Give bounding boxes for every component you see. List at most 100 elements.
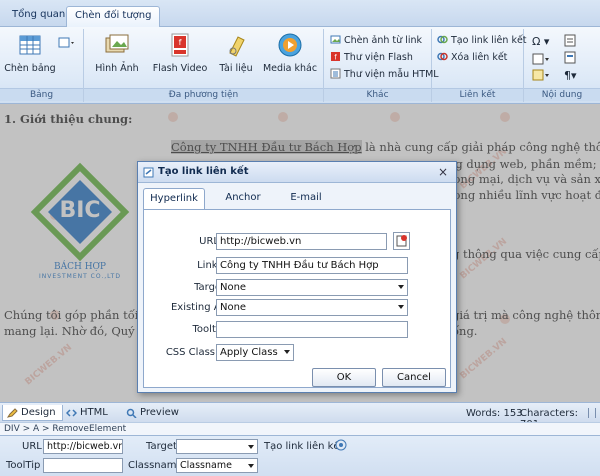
group-khac: Chèn ảnh từ link f Thư viện Flash Thư việ… [324, 29, 439, 102]
mode-design[interactable]: Design [2, 405, 63, 421]
group-bang: Chèn bảng Bảng [0, 29, 84, 102]
ok-button[interactable]: OK [312, 368, 376, 387]
dialog-titlebar[interactable]: Tạo link liên kết × [138, 162, 456, 183]
insert-media-label: Media khác [262, 63, 318, 74]
template-dropdown[interactable] [532, 69, 552, 81]
group-multimedia: Hình Ảnh f Flash Video Tài liệu Media kh… [84, 29, 324, 102]
insert-flash-label: Flash Video [152, 63, 208, 74]
group-label-bang: Bảng [0, 88, 83, 101]
flash-library-button[interactable]: f Thư viện Flash [330, 51, 413, 66]
link-settings-icon [335, 439, 347, 451]
tab-tong-quan[interactable]: Tổng quan [4, 6, 73, 27]
editor-mode-bar: Design HTML Preview Words: 153 Character… [0, 402, 600, 430]
insert-image-button[interactable]: Hình Ảnh [92, 31, 142, 74]
tab-email[interactable]: E-mail [278, 188, 334, 209]
close-icon: × [437, 165, 449, 179]
link-properties-button[interactable] [334, 438, 349, 453]
paragraph-icon: ¶▾ [564, 69, 577, 82]
close-button[interactable]: × [436, 165, 450, 179]
resize-handle[interactable] [588, 408, 596, 418]
mode-design-label: Design [21, 407, 56, 418]
box-dropdown-icon [532, 53, 549, 65]
existing-anchor-value: None [220, 302, 247, 313]
html-template-icon [330, 68, 341, 79]
prop-link-label: Tạo link liên kết [264, 441, 344, 452]
prop-classname-select[interactable]: Classname [176, 458, 258, 473]
prop-tooltip-label: ToolTip [6, 460, 41, 471]
chevron-down-icon [284, 350, 290, 354]
insert-box-dropdown[interactable] [532, 53, 552, 65]
css-class-select[interactable]: Apply Class [216, 344, 294, 361]
table-options-dropdown[interactable] [58, 37, 76, 49]
remove-link-label: Xóa liên kết [451, 52, 508, 63]
insert-table-label: Chèn bảng [4, 63, 56, 74]
group-label-khac: Khác [324, 88, 431, 101]
svg-text:f: f [179, 38, 182, 47]
html-template-label: Thư viện mẫu HTML [344, 69, 439, 80]
cancel-button[interactable]: Cancel [382, 368, 446, 387]
table-icon [19, 35, 41, 55]
dialog-tabs: Hyperlink Anchor E-mail [138, 184, 456, 209]
flash-library-label: Thư viện Flash [344, 52, 413, 63]
tab-hyperlink[interactable]: Hyperlink [143, 188, 205, 209]
url-label: URL [199, 236, 219, 247]
insert-media-button[interactable]: Media khác [262, 31, 318, 74]
prop-tooltip-input[interactable] [43, 458, 123, 473]
insert-image-link-button[interactable]: Chèn ảnh từ link [330, 34, 422, 49]
insert-flash-button[interactable]: f Flash Video [150, 31, 210, 74]
css-class-label: CSS Class [165, 347, 215, 358]
group-label-multimedia: Đa phương tiện [84, 88, 323, 101]
template-dropdown-icon [532, 69, 549, 81]
group-label-noi-dung: Nội dung [524, 88, 600, 101]
group-noi-dung: Ω ▾ ¶▾ Nội dung [524, 29, 600, 102]
dialog-title: Tạo link liên kết [158, 166, 249, 177]
existing-anchor-select[interactable]: None [216, 299, 408, 316]
target-select[interactable]: None [216, 279, 408, 296]
tooltip-input[interactable] [216, 321, 408, 338]
prop-classname-label: Classname [128, 460, 183, 471]
tab-chen-doi-tuong[interactable]: Chèn đối tượng [66, 6, 161, 27]
insert-table-button[interactable]: Chèn bảng [4, 31, 56, 74]
group-lien-ket: Tạo link liên kết Xóa liên kết Liên kết [432, 29, 527, 102]
media-player-icon [278, 33, 302, 57]
document-icon [229, 36, 245, 57]
magnifier-icon [126, 408, 137, 418]
remove-link-button[interactable]: Xóa liên kết [437, 51, 507, 66]
image-link-label: Chèn ảnh từ link [344, 35, 422, 46]
chevron-down-icon [248, 464, 254, 468]
flash-library-icon: f [331, 52, 340, 62]
page-break-button[interactable] [564, 34, 576, 47]
html-template-button[interactable]: Thư viện mẫu HTML [330, 68, 439, 83]
url-input[interactable]: http://bicweb.vn [216, 233, 387, 250]
omega-symbol-button[interactable]: Ω ▾ [532, 35, 549, 48]
create-link-button[interactable]: Tạo link liên kết [437, 34, 527, 49]
element-path: DIV > A > RemoveElement [0, 422, 600, 435]
form-icon [564, 51, 576, 64]
ribbon-tab-bar: Tổng quan Chèn đối tượng [0, 0, 600, 27]
chevron-down-icon [398, 305, 404, 309]
image-link-icon [330, 35, 341, 44]
browse-file-icon [396, 235, 407, 247]
paragraph-button[interactable]: ¶▾ [564, 69, 577, 82]
browse-link-button[interactable] [393, 232, 410, 250]
insert-document-button[interactable]: Tài liệu [214, 31, 258, 74]
unlink-icon [437, 52, 448, 61]
image-icon [105, 34, 129, 53]
prop-target-select[interactable] [176, 439, 258, 454]
mode-preview[interactable]: Preview [122, 405, 185, 421]
prop-url-input[interactable]: http://bicweb.vn [43, 439, 123, 454]
prop-target-label: Target [146, 441, 177, 452]
flash-video-icon: f [171, 33, 189, 57]
tooltip-label: Tooltip [192, 324, 225, 335]
word-count: Words: 153 [466, 408, 523, 419]
form-button[interactable] [564, 51, 576, 64]
insert-image-label: Hình Ảnh [95, 63, 139, 74]
mode-html-label: HTML [80, 407, 108, 418]
tab-anchor[interactable]: Anchor [216, 188, 270, 209]
hyperlink-panel: URL http://bicweb.vn Link Text Công ty T… [143, 209, 451, 388]
link-text-input[interactable]: Công ty TNHH Đầu tư Bách Hợp [216, 257, 408, 274]
link-icon [437, 35, 448, 44]
grid-dropdown-icon [58, 37, 74, 48]
css-class-value: Apply Class [220, 347, 278, 358]
mode-html[interactable]: HTML [62, 405, 114, 421]
